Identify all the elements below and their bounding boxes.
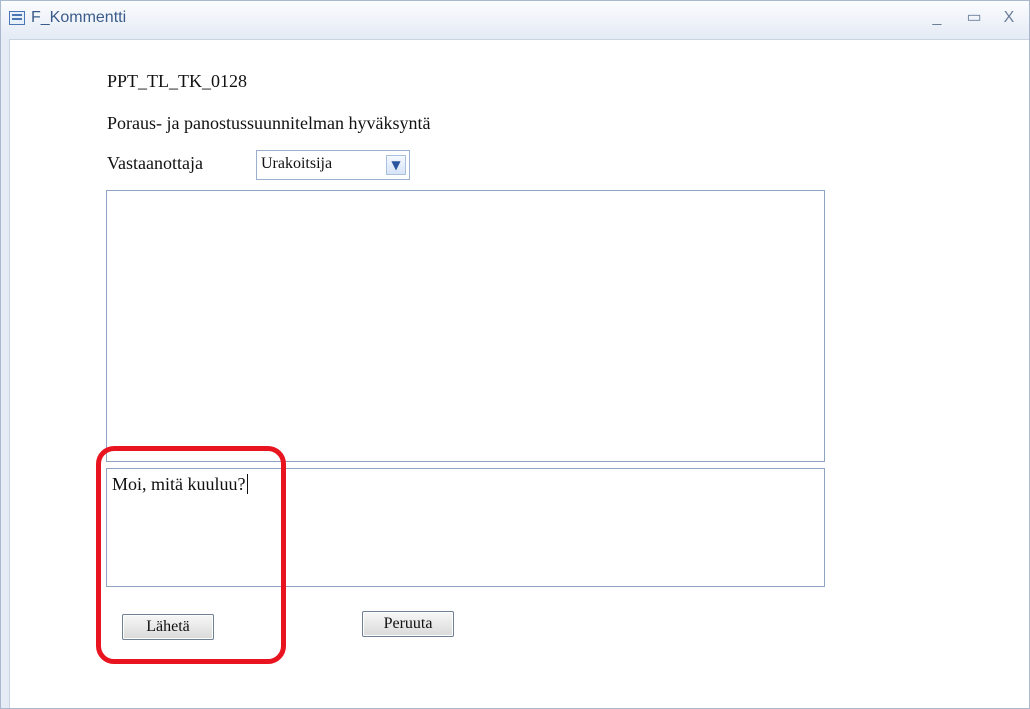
window-left-edge: [1, 39, 10, 708]
title-bar: F_Kommentti _ ▭ X: [1, 1, 1029, 40]
close-button[interactable]: X: [998, 7, 1020, 29]
maximize-button[interactable]: ▭: [963, 7, 985, 29]
message-text-value: Moi, mitä kuuluu?: [112, 474, 246, 494]
window-title: F_Kommentti: [31, 9, 127, 26]
minimize-button[interactable]: _: [926, 7, 948, 29]
message-input-text: Moi, mitä kuuluu?: [112, 474, 248, 495]
comment-form-window: F_Kommentti _ ▭ X PPT_TL_TK_0128 Poraus-…: [0, 0, 1030, 709]
document-subject: Poraus- ja panostussuunnitelman hyväksyn…: [107, 113, 431, 133]
form-icon: [9, 11, 25, 25]
comment-history-box[interactable]: [106, 190, 825, 462]
recipient-dropdown[interactable]: Urakoitsija ▼: [256, 150, 410, 180]
document-code: PPT_TL_TK_0128: [107, 71, 248, 91]
text-caret: [246, 474, 248, 494]
send-button[interactable]: Lähetä: [122, 614, 214, 640]
recipient-label: Vastaanottaja: [107, 153, 203, 173]
chevron-down-icon[interactable]: ▼: [386, 155, 406, 175]
message-input[interactable]: Moi, mitä kuuluu?: [106, 468, 825, 587]
recipient-selected-value: Urakoitsija: [261, 155, 333, 172]
cancel-button[interactable]: Peruuta: [362, 611, 454, 637]
